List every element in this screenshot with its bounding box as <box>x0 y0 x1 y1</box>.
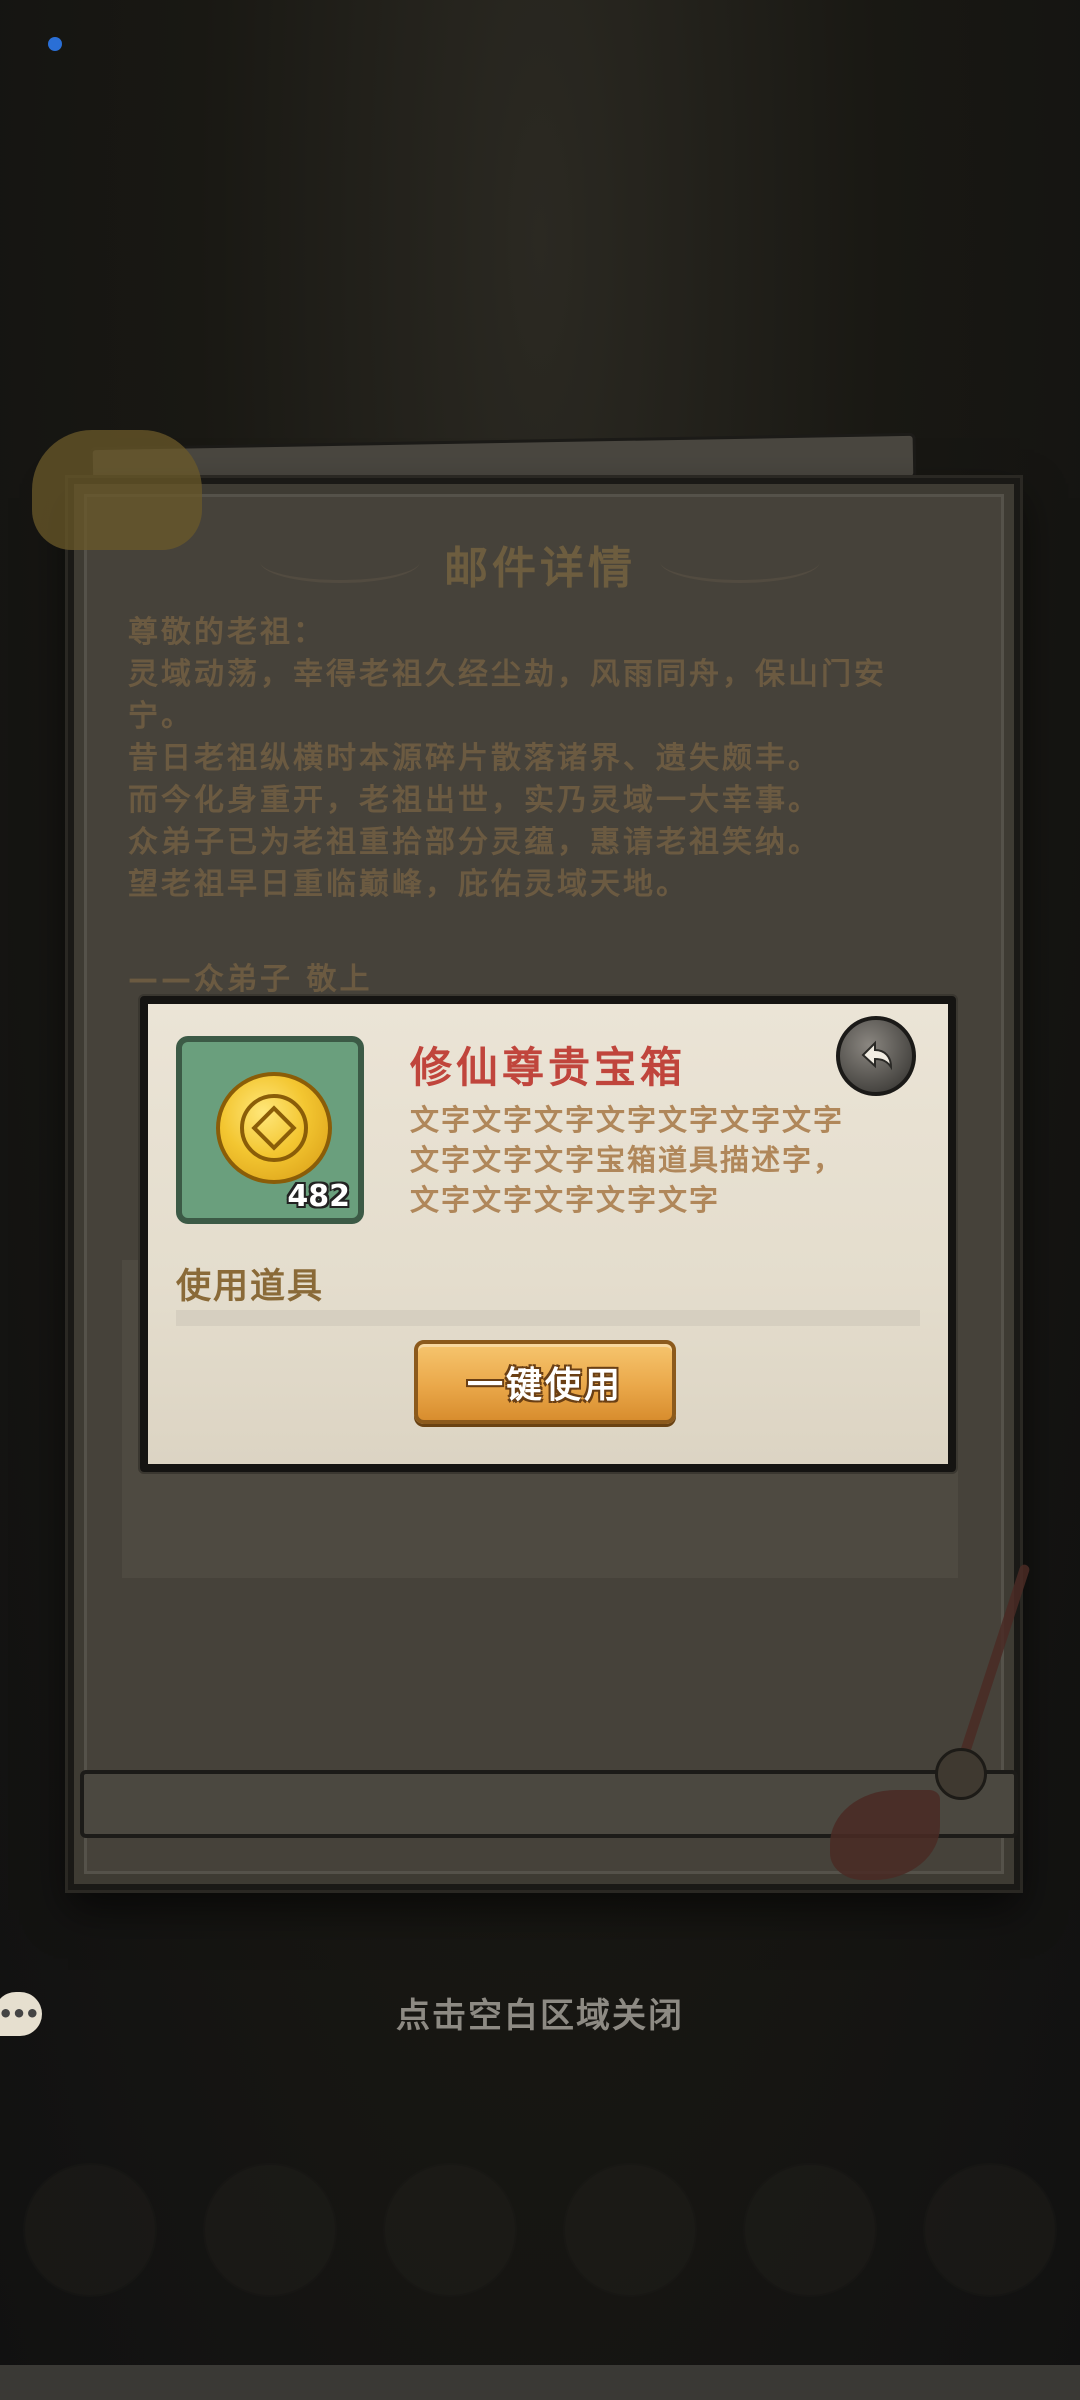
gold-coin-icon <box>216 1072 332 1184</box>
item-description: 文字文字文字文字文字文字文字 文字文字文字宝箱道具描述字， 文字文字文字文字文字 <box>410 1100 910 1220</box>
bg-nav-icon <box>563 2163 697 2297</box>
use-item-divider <box>176 1310 920 1326</box>
mail-title: 邮件详情 <box>444 543 636 594</box>
tap-blank-to-close-hint[interactable]: 点击空白区域关闭 <box>0 1988 1080 2037</box>
return-arrow-icon <box>861 1040 893 1071</box>
mail-body-line: 而今化身重开，老祖出世，实乃灵域一大幸事。 <box>128 783 821 818</box>
coin-hole <box>251 1105 297 1151</box>
item-description-line: 文字文字文字文字文字 <box>410 1183 721 1217</box>
mail-body-line: 昔日老祖纵横时本源碎片散落诸界、遗失颇丰。 <box>128 741 821 776</box>
mail-body-line: 望老祖早日重临巅峰，庇佑灵域天地。 <box>128 867 689 902</box>
use-item-label: 使用道具 <box>176 1267 325 1307</box>
use-all-button[interactable]: 一键使用 <box>414 1340 676 1424</box>
coin-ring <box>240 1094 308 1162</box>
tassel-bead-icon <box>935 1748 987 1800</box>
item-count: 482 <box>287 1179 350 1214</box>
bg-nav-icon <box>923 2163 1057 2297</box>
bg-nav-icon <box>23 2163 157 2297</box>
popup-close-button[interactable] <box>836 1016 916 1096</box>
item-name: 修仙尊贵宝箱 <box>410 1043 687 1092</box>
item-detail-popup: 482 修仙尊贵宝箱 文字文字文字文字文字文字文字 文字文字文字宝箱道具描述字，… <box>140 996 956 1472</box>
mail-body: 尊敬的老祖： 灵域动荡，幸得老祖久经尘劫，风雨同舟，保山门安 宁。 昔日老祖纵横… <box>128 612 968 906</box>
item-icon-slot[interactable]: 482 <box>176 1036 364 1224</box>
mail-signature: ——众弟子 敬上 <box>128 962 373 997</box>
background-bottom-nav <box>0 2120 1080 2340</box>
bg-nav-icon <box>743 2163 877 2297</box>
bg-nav-icon <box>203 2163 337 2297</box>
mail-body-line: 灵域动荡，幸得老祖久经尘劫，风雨同舟，保山门安 <box>128 657 887 692</box>
status-indicator-dot <box>48 37 62 51</box>
mail-body-line: 众弟子已为老祖重拾部分灵蕴，惠请老祖笑纳。 <box>128 825 821 860</box>
bg-nav-icon <box>383 2163 517 2297</box>
item-description-line: 文字文字文字文字文字文字文字 <box>410 1103 845 1137</box>
use-all-button-label: 一键使用 <box>466 1365 623 1406</box>
mail-body-line: 宁。 <box>128 699 194 734</box>
item-description-line: 文字文字文字宝箱道具描述字， <box>410 1143 845 1177</box>
mail-greeting: 尊敬的老祖： <box>128 615 326 650</box>
bottom-edge-bar <box>0 2365 1080 2400</box>
